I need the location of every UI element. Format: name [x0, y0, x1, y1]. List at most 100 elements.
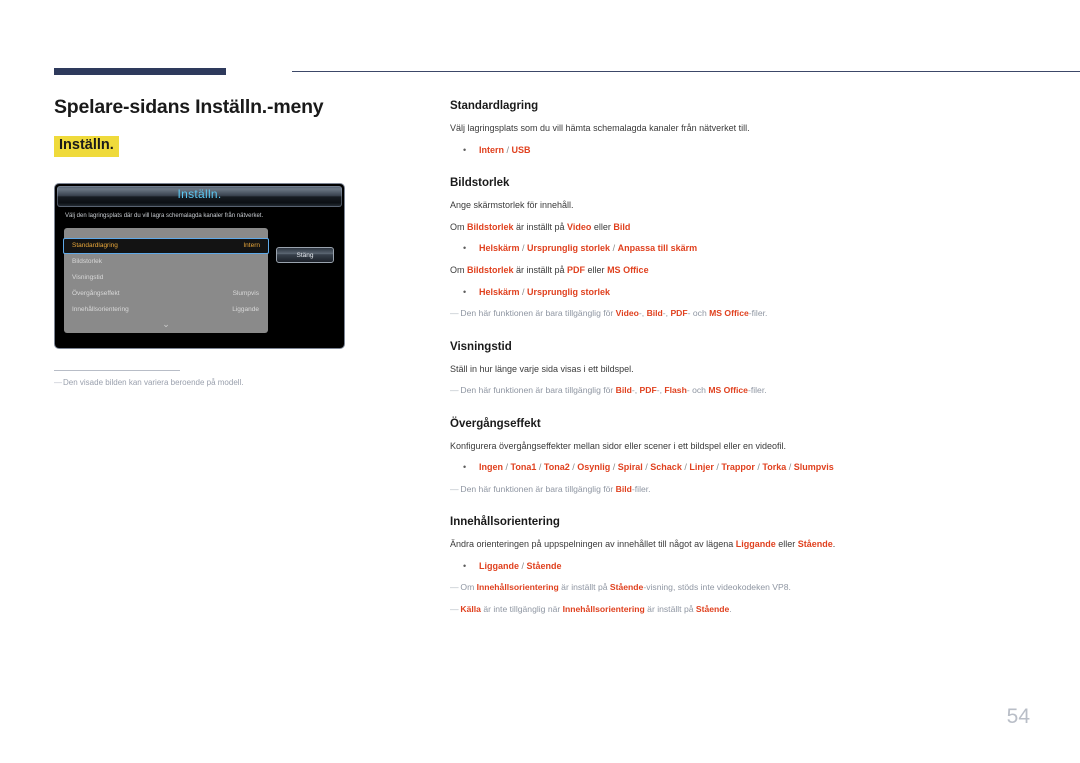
section-standardlagring: Standardlagring Välj lagringsplats som d… [450, 100, 1030, 156]
section-title: Standardlagring [450, 100, 539, 112]
cond-term: Bildstorlek [467, 264, 514, 275]
note-prefix: Den här funktionen är bara tillgänglig f… [460, 308, 616, 319]
body-term: Stående [797, 539, 833, 550]
note-term: Innehållsorientering [476, 582, 559, 593]
tv-description: Välj den lagringsplats där du vill lagra… [65, 213, 264, 219]
note-middle: är inställt på [558, 582, 610, 593]
option-value: Stående [526, 560, 562, 571]
tv-row-label: Bildstorlek [72, 258, 102, 265]
option-value: Osynlig [577, 462, 611, 473]
cond-term: Bild [613, 221, 631, 232]
option-value: USB [511, 144, 531, 155]
tv-row-value: Liggande [232, 306, 259, 313]
section-note-2: ― Källa är inte tillgänglig när Innehålls… [450, 603, 1030, 615]
note-dash: ― [450, 582, 459, 593]
note-prefix: är inte tillgänglig när [480, 603, 563, 614]
note-term: PDF [639, 385, 657, 396]
option-value: Ingen [479, 462, 503, 473]
note-term: Bild [646, 308, 663, 319]
footnote-body: Den visade bilden kan variera beroende p… [63, 378, 244, 387]
list-item: Liggande / Stående [463, 560, 1030, 573]
section-title: Innehållsorientering [450, 516, 560, 529]
footnote-divider [54, 370, 180, 371]
note-end: . [729, 603, 732, 614]
body-middle: eller [775, 539, 798, 550]
note-sep: - och [686, 385, 709, 396]
tv-row-innehallsorientering[interactable]: Innehållsorientering Liggande [64, 302, 268, 318]
tv-row-label: Övergångseffekt [72, 290, 120, 297]
list-item: Intern / USB [463, 144, 1030, 157]
section-condition-2: Om Bildstorlek är inställt på PDF eller … [450, 264, 1030, 277]
section-note-1: ― Om Innehållsorientering är inställt på … [450, 581, 1030, 593]
note-term: PDF [670, 308, 688, 319]
body-end: . [832, 539, 836, 550]
tv-row-label: Innehållsorientering [72, 306, 129, 313]
tv-row-visningstid[interactable]: Visningstid [64, 270, 268, 286]
list-item: Helskärm / Ursprunglig storlek / Anpassa… [463, 242, 1030, 255]
section-body: Ställ in hur länge varje sida visas i et… [450, 363, 634, 374]
tv-row-value: Intern [243, 242, 260, 249]
cond-or: eller [585, 264, 608, 275]
cond-term: Video [567, 221, 592, 232]
tv-row-overgangseffekt[interactable]: Övergångseffekt Slumpvis [64, 286, 268, 302]
list-item: Ingen / Tona1 / Tona2 / Osynlig / Spiral… [463, 461, 1030, 474]
tv-row-label: Standardlagring [72, 242, 118, 249]
note-middle: är inställt på [644, 603, 696, 614]
tv-title-text: Inställn. [177, 187, 222, 201]
chevron-down-icon[interactable]: ⌄ [64, 320, 268, 329]
note-term: Bild [615, 385, 632, 396]
option-value: Ursprunglig storlek [527, 243, 611, 254]
option-value: Tona2 [543, 462, 570, 473]
section-title: Bildstorlek [450, 177, 510, 190]
cond-middle: är inställt på [513, 264, 568, 275]
note-term: Innehållsorientering [562, 603, 645, 614]
note-prefix: Den här funktionen är bara tillgänglig f… [460, 483, 616, 494]
note-term: Video [615, 308, 639, 319]
section-note: ― Den här funktionen är bara tillgänglig … [450, 307, 1030, 319]
cond-or: eller [591, 221, 614, 232]
section-title: Övergångseffekt [450, 417, 541, 430]
note-term: Källa [460, 603, 481, 614]
options-list: Ingen / Tona1 / Tona2 / Osynlig / Spiral… [450, 461, 1030, 474]
page-number: 54 [1006, 705, 1030, 728]
menu-name-highlight: Inställn. [54, 136, 119, 157]
note-end: -visning, stöds inte videokodeken VP8. [643, 582, 791, 593]
page-header-rule [54, 66, 1080, 76]
note-term: MS Office [708, 385, 748, 396]
footnote-text: ― Den visade bilden kan variera beroende … [54, 378, 354, 387]
section-body: Ändra orienteringen på uppspelningen av … [450, 538, 1030, 551]
list-item: Helskärm / Ursprunglig storlek [463, 286, 1030, 299]
note-dash: ― [450, 308, 459, 319]
tv-row-standardlagring[interactable]: Standardlagring Intern [63, 238, 269, 254]
tv-row-bildstorlek[interactable]: Bildstorlek [64, 254, 268, 270]
section-overgangseffekt: Övergångseffekt Konfigurera övergångseff… [450, 418, 1030, 496]
section-body: Konfigurera övergångseffekter mellan sid… [450, 440, 787, 451]
note-sep: - och [687, 308, 710, 319]
note-prefix: Den här funktionen är bara tillgänglig f… [460, 385, 616, 396]
note-term: Stående [695, 603, 730, 614]
note-end: -filer. [748, 308, 768, 319]
footnote-dash: ― [54, 378, 62, 387]
cond-term: PDF [567, 264, 586, 275]
section-note: ― Den här funktionen är bara tillgänglig … [450, 384, 1030, 396]
option-value: Intern [479, 144, 505, 155]
tv-close-button[interactable]: Stäng [276, 247, 334, 263]
right-column: Standardlagring Välj lagringsplats som d… [450, 100, 1030, 624]
note-dash: ― [450, 385, 459, 396]
body-term: Liggande [735, 539, 776, 550]
note-end: -filer. [747, 385, 767, 396]
note-term: Flash [664, 385, 687, 396]
section-note: ― Den här funktionen är bara tillgänglig … [450, 483, 1030, 495]
option-value: Ursprunglig storlek [527, 286, 611, 297]
section-title: Visningstid [450, 340, 512, 353]
page-title: Spelare-sidans Inställn.-meny [54, 96, 324, 118]
note-dash: ― [450, 483, 459, 494]
header-thin-rule [292, 71, 1080, 72]
option-value: Trappor [721, 462, 755, 473]
header-navy-block [54, 68, 226, 75]
note-dash: ― [450, 603, 459, 614]
note-term: Stående [609, 582, 644, 593]
